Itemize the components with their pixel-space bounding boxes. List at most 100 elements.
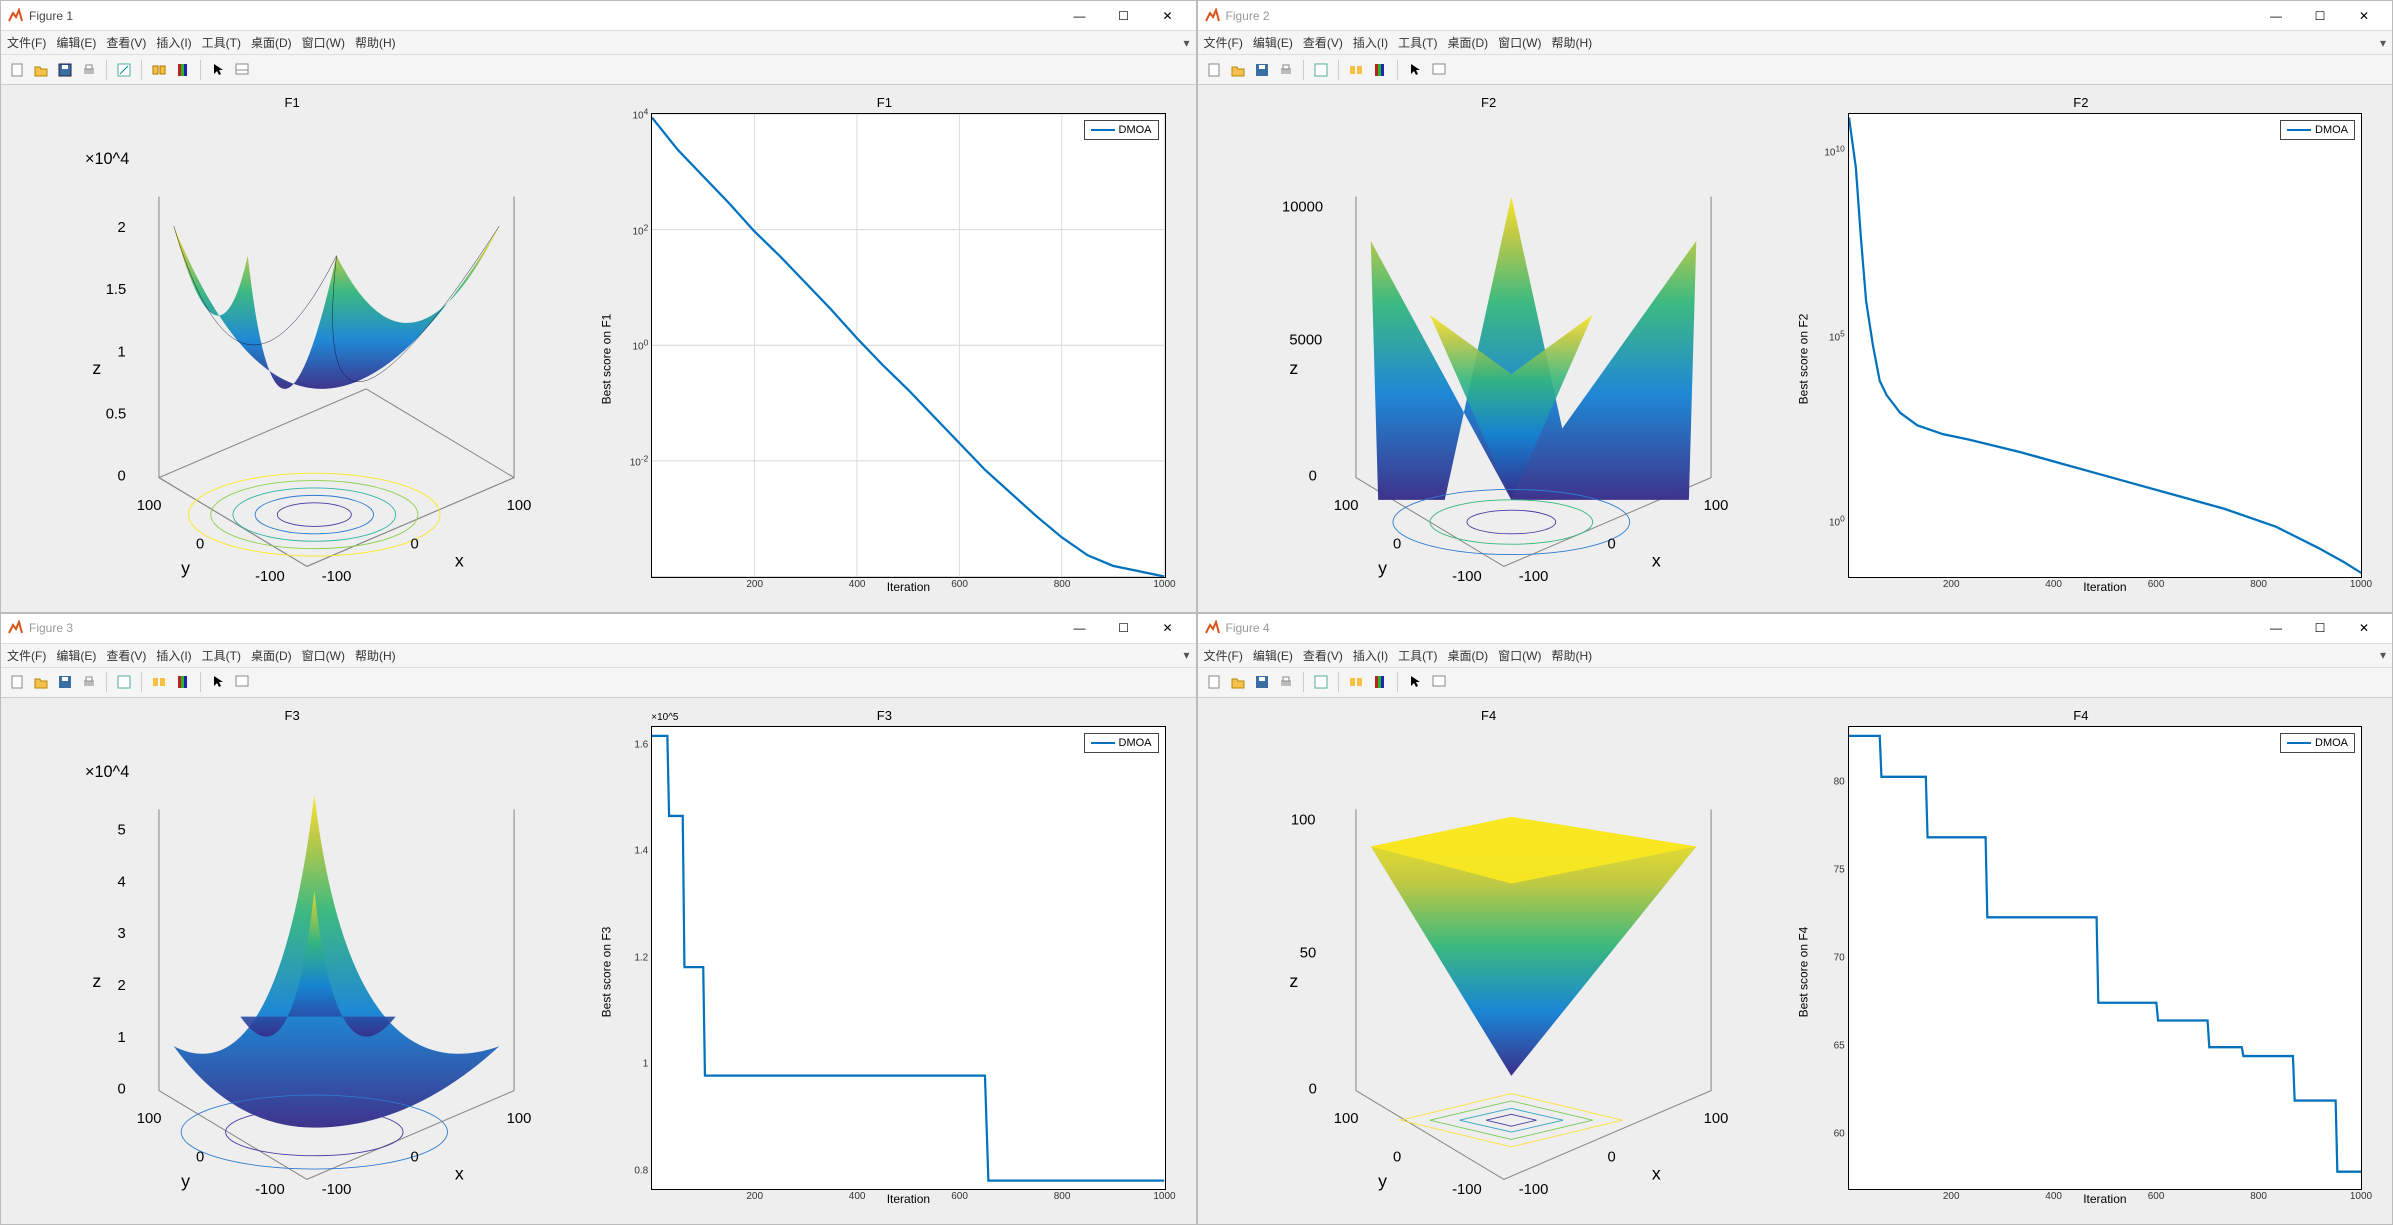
data-cursor-icon[interactable]: [232, 672, 252, 692]
menu-help[interactable]: 帮助(H): [1551, 34, 1592, 51]
menu-file[interactable]: 文件(F): [7, 34, 46, 51]
legend[interactable]: DMOA: [1084, 120, 1159, 140]
menu-desktop[interactable]: 桌面(D): [251, 34, 292, 51]
menu-insert[interactable]: 插入(I): [1353, 647, 1388, 664]
maximize-button[interactable]: ☐: [1102, 1, 1146, 31]
save-icon[interactable]: [1252, 672, 1272, 692]
menu-desktop[interactable]: 桌面(D): [1447, 647, 1488, 664]
linked-icon[interactable]: [1346, 60, 1366, 80]
new-file-icon[interactable]: [7, 672, 27, 692]
menu-insert[interactable]: 插入(I): [1353, 34, 1388, 51]
colorbar-icon[interactable]: [1370, 672, 1390, 692]
edit-plot-icon[interactable]: [114, 60, 134, 80]
edit-plot-icon[interactable]: [1311, 60, 1331, 80]
new-file-icon[interactable]: [7, 60, 27, 80]
open-file-icon[interactable]: [31, 60, 51, 80]
close-button[interactable]: ✕: [1146, 613, 1190, 643]
menu-help[interactable]: 帮助(H): [1551, 647, 1592, 664]
open-file-icon[interactable]: [1228, 672, 1248, 692]
edit-plot-icon[interactable]: [114, 672, 134, 692]
print-icon[interactable]: [1276, 672, 1296, 692]
menu-view[interactable]: 查看(V): [1303, 647, 1343, 664]
close-button[interactable]: ✕: [2342, 1, 2386, 31]
colorbar-icon[interactable]: [173, 60, 193, 80]
menu-window[interactable]: 窗口(W): [1498, 647, 1541, 664]
menu-desktop[interactable]: 桌面(D): [1447, 34, 1488, 51]
maximize-button[interactable]: ☐: [1102, 613, 1146, 643]
menu-view[interactable]: 查看(V): [106, 34, 146, 51]
menu-edit[interactable]: 编辑(E): [56, 34, 96, 51]
maximize-button[interactable]: ☐: [2298, 613, 2342, 643]
data-cursor-icon[interactable]: [232, 60, 252, 80]
menu-help[interactable]: 帮助(H): [355, 647, 396, 664]
menu-file[interactable]: 文件(F): [1204, 647, 1243, 664]
titlebar[interactable]: Figure 2 — ☐ ✕: [1198, 1, 2393, 31]
menu-window[interactable]: 窗口(W): [302, 647, 345, 664]
convergence-plot[interactable]: Best score on F3 ×10^5 DMOA 1.6 1.4 1.2 …: [603, 726, 1165, 1219]
save-icon[interactable]: [55, 60, 75, 80]
colorbar-icon[interactable]: [173, 672, 193, 692]
close-button[interactable]: ✕: [2342, 613, 2386, 643]
print-icon[interactable]: [79, 60, 99, 80]
minimize-button[interactable]: —: [2254, 1, 2298, 31]
menu-window[interactable]: 窗口(W): [302, 34, 345, 51]
legend[interactable]: DMOA: [2280, 733, 2355, 753]
print-icon[interactable]: [1276, 60, 1296, 80]
titlebar[interactable]: Figure 1 — ☐ ✕: [1, 1, 1196, 31]
legend[interactable]: DMOA: [1084, 733, 1159, 753]
convergence-plot[interactable]: Best score on F1 DMOA 104 102 100 10-2 2: [603, 113, 1165, 606]
new-file-icon[interactable]: [1204, 672, 1224, 692]
axes-3d[interactable]: ×10^4 z x y 0 1 2: [11, 726, 573, 1219]
pointer-icon[interactable]: [208, 672, 228, 692]
menu-overflow-icon[interactable]: ▾: [2380, 36, 2386, 50]
colorbar-icon[interactable]: [1370, 60, 1390, 80]
edit-plot-icon[interactable]: [1311, 672, 1331, 692]
menu-view[interactable]: 查看(V): [106, 647, 146, 664]
data-cursor-icon[interactable]: [1429, 672, 1449, 692]
menu-tools[interactable]: 工具(T): [202, 647, 241, 664]
menu-edit[interactable]: 编辑(E): [1253, 647, 1293, 664]
open-file-icon[interactable]: [1228, 60, 1248, 80]
maximize-button[interactable]: ☐: [2298, 1, 2342, 31]
pointer-icon[interactable]: [1405, 60, 1425, 80]
linked-icon[interactable]: [149, 60, 169, 80]
titlebar[interactable]: Figure 3 — ☐ ✕: [1, 614, 1196, 644]
menu-insert[interactable]: 插入(I): [156, 34, 191, 51]
axes-3d[interactable]: z x y 0 50 100 -100 0 100 -100 0 100: [1208, 726, 1770, 1219]
titlebar[interactable]: Figure 4 — ☐ ✕: [1198, 614, 2393, 644]
menu-window[interactable]: 窗口(W): [1498, 34, 1541, 51]
menu-edit[interactable]: 编辑(E): [1253, 34, 1293, 51]
convergence-plot[interactable]: Best score on F4 DMOA 80 75 70 65 60 200…: [1800, 726, 2362, 1219]
menu-tools[interactable]: 工具(T): [202, 34, 241, 51]
menu-desktop[interactable]: 桌面(D): [251, 647, 292, 664]
pointer-icon[interactable]: [1405, 672, 1425, 692]
open-file-icon[interactable]: [31, 672, 51, 692]
save-icon[interactable]: [1252, 60, 1272, 80]
menu-help[interactable]: 帮助(H): [355, 34, 396, 51]
menu-tools[interactable]: 工具(T): [1398, 34, 1437, 51]
axes-3d[interactable]: z x y 0 5000 10000 -100 0 100 -100 0 100: [1208, 113, 1770, 606]
linked-icon[interactable]: [149, 672, 169, 692]
menu-overflow-icon[interactable]: ▾: [1183, 36, 1189, 50]
save-icon[interactable]: [55, 672, 75, 692]
legend[interactable]: DMOA: [2280, 120, 2355, 140]
minimize-button[interactable]: —: [1058, 613, 1102, 643]
menu-overflow-icon[interactable]: ▾: [1183, 648, 1189, 662]
menu-file[interactable]: 文件(F): [7, 647, 46, 664]
menu-view[interactable]: 查看(V): [1303, 34, 1343, 51]
axes-3d[interactable]: ×10^4: [11, 113, 573, 606]
print-icon[interactable]: [79, 672, 99, 692]
pointer-icon[interactable]: [208, 60, 228, 80]
menu-edit[interactable]: 编辑(E): [56, 647, 96, 664]
data-cursor-icon[interactable]: [1429, 60, 1449, 80]
menu-overflow-icon[interactable]: ▾: [2380, 648, 2386, 662]
convergence-plot[interactable]: Best score on F2 DMOA 1010 105 100 200 4…: [1800, 113, 2362, 606]
minimize-button[interactable]: —: [2254, 613, 2298, 643]
menu-insert[interactable]: 插入(I): [156, 647, 191, 664]
close-button[interactable]: ✕: [1146, 1, 1190, 31]
menu-tools[interactable]: 工具(T): [1398, 647, 1437, 664]
minimize-button[interactable]: —: [1058, 1, 1102, 31]
menu-file[interactable]: 文件(F): [1204, 34, 1243, 51]
linked-icon[interactable]: [1346, 672, 1366, 692]
new-file-icon[interactable]: [1204, 60, 1224, 80]
